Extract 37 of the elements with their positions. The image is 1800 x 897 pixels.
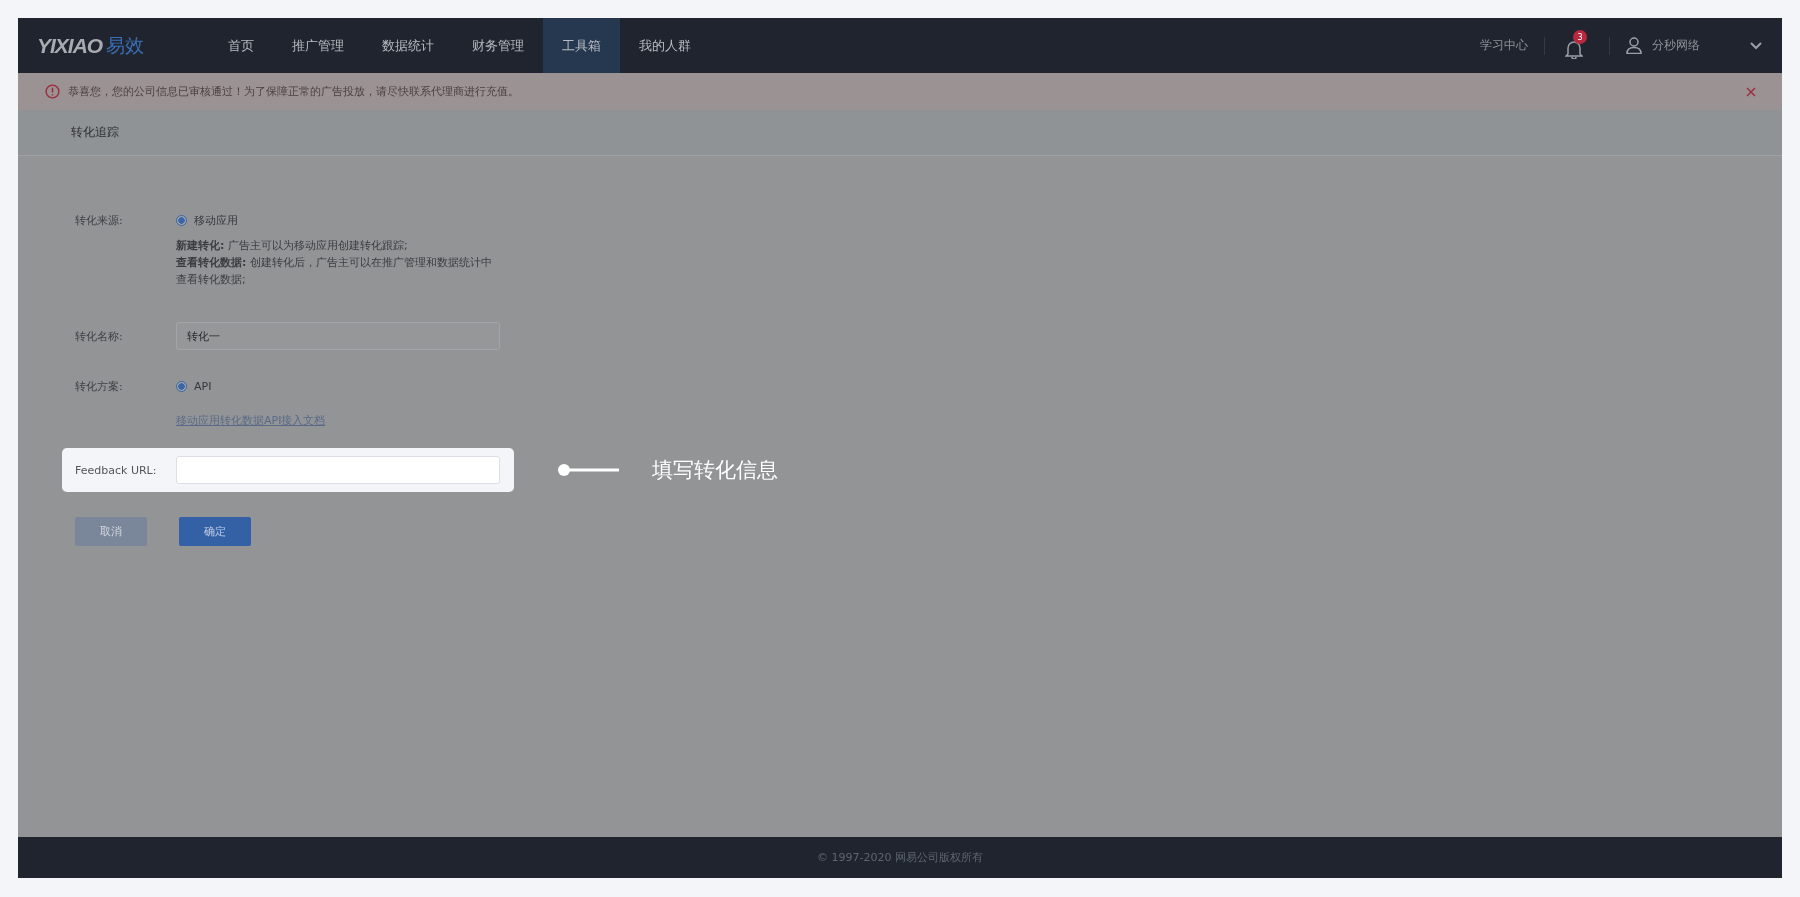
field-label: Feedback URL:: [75, 462, 158, 479]
logo-wordmark: YIXIAO: [37, 33, 103, 58]
user-name[interactable]: 分秒网络: [1652, 37, 1700, 54]
nav-tab[interactable]: 工具箱: [543, 18, 620, 73]
nav-tab[interactable]: 推广管理: [273, 18, 363, 73]
nav-tab[interactable]: 我的人群: [620, 18, 710, 73]
alert-message: 恭喜您，您的公司信息已审核通过！为了保障正常的广告投放，请尽快联系代理商进行充值。: [68, 84, 519, 99]
user-icon: [1626, 37, 1642, 54]
nav-tab[interactable]: 数据统计: [363, 18, 453, 73]
logo-wordmark-chinese: 易效: [106, 32, 145, 58]
conversion-name-field[interactable]: 转化一: [176, 322, 500, 350]
radio-option[interactable]: 移动应用: [176, 212, 496, 229]
chevron-down-icon[interactable]: [1750, 41, 1762, 50]
copyright-text: © 1997-2020 网易公司版权所有: [817, 850, 983, 865]
notification-count-badge: 3: [1573, 30, 1587, 44]
radio-button[interactable]: [176, 215, 187, 226]
radio-option[interactable]: API: [176, 378, 326, 395]
notification-button[interactable]: 3: [1561, 30, 1593, 61]
nav-tab[interactable]: 首页: [209, 18, 273, 73]
confirm-button[interactable]: 确定: [179, 517, 251, 546]
field-label: 转化来源:: [75, 213, 124, 229]
radio-button[interactable]: [176, 381, 187, 392]
radio-label: 移动应用: [194, 213, 238, 229]
radio-label: API: [194, 379, 212, 395]
field-label: 转化名称:: [75, 328, 124, 345]
description-text: 查看转化数据: 创建转化后，广告主可以在推广管理和数据统计中查看转化数据;: [176, 255, 493, 288]
close-icon[interactable]: [1746, 86, 1756, 97]
alert-icon: [45, 84, 60, 99]
learning-center-link[interactable]: 学习中心: [1480, 37, 1528, 54]
annotation-text: 填写转化信息: [652, 457, 778, 484]
page-title: 转化追踪: [71, 124, 119, 141]
field-label: 转化方案:: [75, 379, 124, 395]
bell-icon: [1565, 39, 1583, 59]
feedback-url-field[interactable]: [176, 456, 500, 484]
nav-tab[interactable]: 财务管理: [453, 18, 543, 73]
description-text: 新建转化: 广告主可以为移动应用创建转化跟踪;: [176, 238, 409, 254]
leader-line: [557, 463, 619, 477]
